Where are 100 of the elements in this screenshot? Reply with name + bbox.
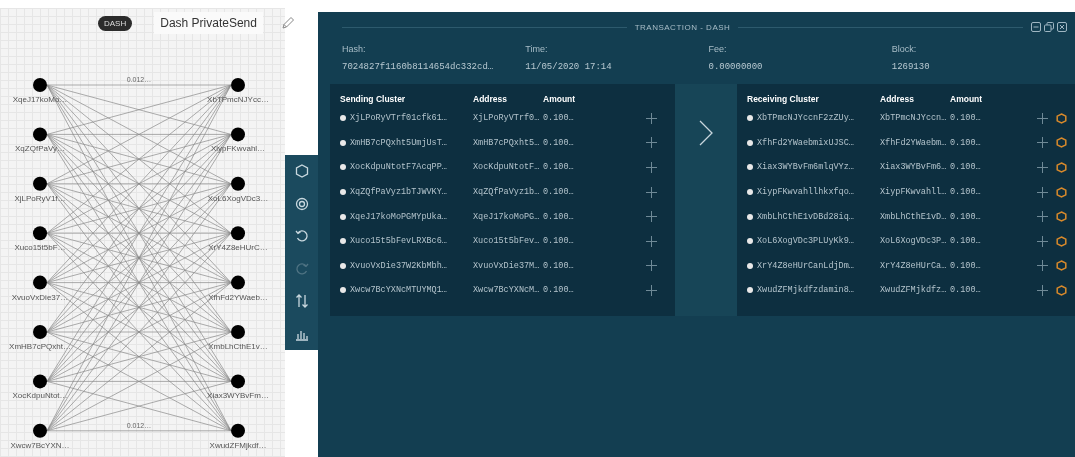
hexagon-icon[interactable] [1056, 162, 1067, 173]
column-header: Address [880, 94, 915, 104]
table-cell-text: 0.100… [543, 162, 575, 173]
close-icon[interactable] [1057, 22, 1067, 32]
table-cell-text: 0.100… [543, 187, 575, 198]
bullet-icon [747, 115, 753, 122]
field-label: Block: [891, 44, 918, 54]
node-label: XocKdpuNtot… [12, 391, 68, 401]
graph-node[interactable] [33, 374, 47, 389]
graph-node[interactable] [231, 275, 245, 290]
table-cell-text: XqZQfPaVyz1bTJWVKY… [350, 187, 448, 198]
bullet-icon [340, 262, 346, 269]
target-icon[interactable] [294, 196, 309, 211]
add-icon[interactable] [1037, 112, 1048, 124]
minimize-icon[interactable] [1031, 22, 1041, 32]
bullet-icon [340, 213, 346, 220]
node-label: XqZQfPaVy… [15, 144, 65, 154]
node-label: XjLPoRyV1f… [14, 193, 66, 203]
table-cell-text: 0.100… [950, 113, 982, 124]
table-cell-text: XrY4Z8eHUrCanLdjDm… [757, 260, 855, 271]
column-header: Address [473, 94, 508, 104]
add-icon[interactable] [646, 186, 657, 198]
hexagon-icon[interactable] [1056, 235, 1067, 247]
table-cell-text: XmbLhCthE1vD… [880, 211, 948, 222]
undo-icon[interactable] [294, 229, 309, 244]
bullet-icon [747, 262, 753, 269]
graph-node[interactable] [231, 127, 245, 142]
node-label: XmbLhCthE1v… [208, 342, 268, 351]
sort-icon[interactable] [294, 294, 309, 309]
column-header: Sending Cluster [340, 94, 407, 104]
graph-node[interactable] [231, 78, 245, 92]
graph-node[interactable] [231, 374, 245, 389]
table-cell-text: XbTPmcNJYccnF2zZUy… [757, 113, 855, 124]
add-icon[interactable] [1037, 235, 1048, 247]
table-cell-text: XvuoVxDie37W2KbMbh… [350, 260, 448, 271]
node-label: XoL6XogVDc3… [207, 193, 269, 203]
hexagon-icon[interactable] [1056, 186, 1067, 198]
table-cell-text: XfhFd2YWaebmixUJSC… [757, 137, 855, 148]
field-value: 1269130 [891, 62, 931, 72]
graph-node[interactable] [33, 275, 47, 290]
table-cell-text: 0.100… [950, 285, 982, 296]
graph-node[interactable] [231, 325, 245, 339]
add-icon[interactable] [646, 284, 657, 296]
hexagon-icon[interactable] [294, 164, 309, 179]
node-label: XvuoVxDie37… [11, 292, 69, 302]
add-icon[interactable] [646, 112, 657, 124]
table-cell-text: Xuco15t5bFevLRXBc6… [350, 236, 448, 247]
bullet-icon [340, 238, 346, 245]
table-cell-text: XjLPoRyVTrf0… [473, 113, 541, 124]
table-cell-text: 0.100… [543, 236, 575, 247]
table-cell-text: Xiax3WYBvFm6… [880, 162, 948, 173]
add-icon[interactable] [1037, 162, 1048, 173]
table-cell-text: XqeJ17koMoPGMYpUka… [350, 211, 448, 222]
add-icon[interactable] [1037, 137, 1048, 149]
add-icon[interactable] [646, 211, 657, 223]
graph-node[interactable] [231, 423, 245, 438]
hexagon-icon[interactable] [1056, 112, 1067, 124]
hexagon-icon[interactable] [1056, 137, 1067, 149]
graph-node[interactable] [231, 226, 245, 241]
restore-icon[interactable] [1044, 22, 1054, 32]
hexagon-icon[interactable] [1056, 211, 1067, 223]
table-cell-text: XmHB7cPQxht5UmjUsT… [350, 137, 448, 148]
column-header: Amount [950, 94, 984, 104]
table-cell-text: XocKdpuNtotF… [473, 162, 541, 173]
field-label: Hash: [342, 44, 367, 54]
bullet-icon [340, 287, 346, 294]
graph-node[interactable] [33, 226, 47, 241]
add-icon[interactable] [1037, 284, 1048, 296]
add-icon[interactable] [1037, 211, 1048, 223]
table-cell-text: XoL6XogVDc3PLUyKk9… [757, 236, 855, 247]
add-icon[interactable] [646, 162, 657, 173]
edit-icon[interactable] [280, 16, 295, 30]
graph-node[interactable] [231, 176, 245, 191]
table-cell-text: Xiax3WYBvFm6mlqVYz… [757, 162, 855, 173]
field-value: 7024827f1160b8114654dc332cd… [342, 62, 495, 72]
field-label: Time: [525, 44, 549, 54]
add-icon[interactable] [1037, 186, 1048, 198]
table-cell-text: Xwcw7BcYXNcM… [473, 285, 541, 296]
bullet-icon [340, 189, 346, 196]
table-cell-text: XqZQfPaVyz1b… [473, 187, 541, 198]
add-icon[interactable] [1037, 260, 1048, 272]
add-icon[interactable] [646, 137, 657, 149]
graph-node[interactable] [33, 78, 47, 92]
hexagon-icon[interactable] [1056, 284, 1067, 296]
graph-node[interactable] [33, 176, 47, 191]
graph-node[interactable] [33, 423, 47, 438]
node-label: XfhFd2YWaeb… [208, 292, 268, 302]
node-label: XqeJ17koMo… [12, 95, 68, 104]
bullet-icon [747, 164, 753, 171]
graph-node[interactable] [33, 127, 47, 142]
table-cell-text: XrY4Z8eHUrCa… [880, 260, 948, 271]
panel-title: TRANSACTION - DASH [634, 22, 731, 32]
add-icon[interactable] [646, 235, 657, 247]
add-icon[interactable] [646, 260, 657, 272]
table-cell-text: Xuco15t5bFev… [473, 236, 541, 247]
graph-node[interactable] [33, 325, 47, 339]
table-cell-text: 0.100… [543, 285, 575, 296]
hexagon-icon[interactable] [1056, 260, 1067, 272]
bullet-icon [340, 164, 346, 171]
currency-badge: DASH [98, 15, 133, 31]
